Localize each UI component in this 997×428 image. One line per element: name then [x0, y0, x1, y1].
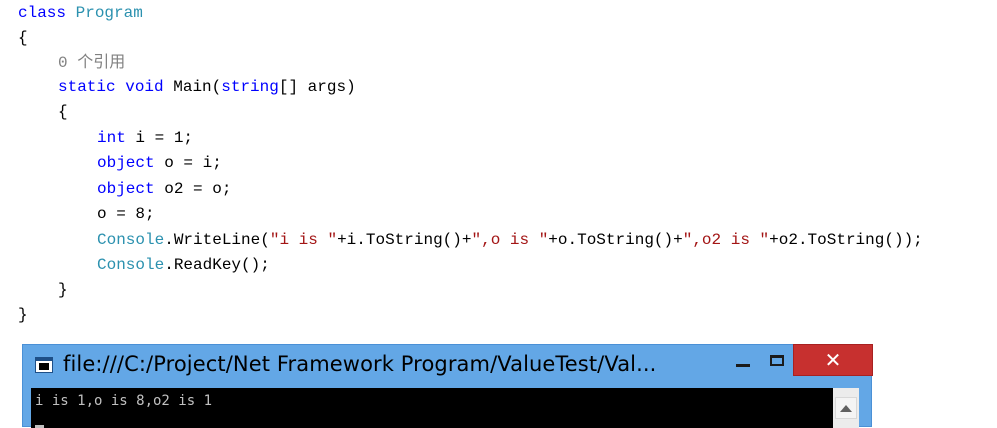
console-output-line: i is 1,o is 8,o2 is 1 — [35, 393, 213, 409]
console-vertical-scrollbar[interactable] — [833, 388, 859, 428]
writeline-call: .WriteLine( — [164, 231, 270, 249]
maximize-icon — [770, 354, 784, 366]
code-line-class-close-brace[interactable]: } — [18, 303, 28, 327]
code-line-readkey[interactable]: Console.ReadKey(); — [97, 253, 270, 277]
code-line-assign-o[interactable]: o = 8; — [97, 202, 155, 226]
code-line-main-close-brace[interactable]: } — [58, 278, 68, 302]
code-line-object-o2[interactable]: object o2 = o; — [97, 177, 231, 201]
keyword-object: object — [97, 154, 155, 172]
codelens-text: 0 个引用 — [58, 54, 126, 72]
type-console: Console — [97, 256, 165, 274]
code-line-int-i[interactable]: int i = 1; — [97, 126, 193, 150]
keyword-int: int — [97, 129, 126, 147]
console-titlebar[interactable]: file:///C:/Project/Net Framework Program… — [23, 344, 873, 387]
class-close-brace: } — [18, 306, 28, 324]
code-line-class-declaration[interactable]: class Program — [18, 1, 143, 25]
console-window-title: file:///C:/Project/Net Framework Program… — [63, 352, 657, 376]
main-params: [] args) — [278, 78, 356, 96]
class-name-program: Program — [75, 4, 143, 22]
o-tostring: +o.ToString()+ — [548, 231, 683, 249]
minimize-button[interactable] — [725, 345, 761, 375]
statement-int-i: i = 1; — [125, 129, 194, 147]
keyword-static: static — [58, 78, 116, 96]
main-open-brace: { — [58, 103, 68, 121]
statement-assign-o: o = 8; — [97, 205, 155, 223]
maximize-button[interactable] — [759, 345, 795, 375]
code-line-writeline[interactable]: Console.WriteLine("i is "+i.ToString()+"… — [97, 228, 923, 252]
close-button[interactable]: ✕ — [793, 344, 873, 376]
string-literal-i-is: "i is " — [269, 231, 338, 249]
code-editor[interactable]: class Program { 0 个引用 static void Main(s… — [0, 0, 997, 340]
type-console: Console — [97, 231, 165, 249]
keyword-class: class — [18, 4, 67, 22]
o2-tostring: +o2.ToString()); — [769, 231, 923, 249]
scroll-up-button[interactable] — [835, 397, 857, 419]
code-line-class-open-brace[interactable]: { — [18, 26, 28, 50]
statement-object-o: o = i; — [154, 154, 222, 172]
codelens-reference-count[interactable]: 0 个引用 — [58, 51, 125, 75]
console-output-area[interactable]: i is 1,o is 8,o2 is 1 — [31, 388, 833, 428]
keyword-object: object — [97, 180, 155, 198]
code-line-main-open-brace[interactable]: { — [58, 100, 68, 124]
statement-object-o2: o2 = o; — [154, 180, 232, 198]
keyword-string: string — [221, 78, 279, 96]
scroll-up-arrow-icon — [840, 404, 852, 412]
keyword-void: void — [125, 78, 164, 96]
console-app-icon[interactable] — [35, 357, 53, 373]
readkey-call: .ReadKey(); — [164, 256, 270, 274]
close-icon: ✕ — [824, 348, 842, 372]
string-literal-o2-is: ",o2 is " — [682, 231, 770, 249]
i-tostring: +i.ToString()+ — [337, 231, 472, 249]
class-open-brace: { — [18, 29, 28, 47]
string-literal-o-is: ",o is " — [471, 231, 549, 249]
code-line-main-signature[interactable]: static void Main(string[] args) — [58, 75, 356, 99]
console-window[interactable]: file:///C:/Project/Net Framework Program… — [22, 344, 873, 428]
code-line-object-o[interactable]: object o = i; — [97, 151, 222, 175]
minimize-icon — [736, 363, 750, 367]
method-name-main: Main( — [173, 78, 222, 96]
main-close-brace: } — [58, 281, 68, 299]
